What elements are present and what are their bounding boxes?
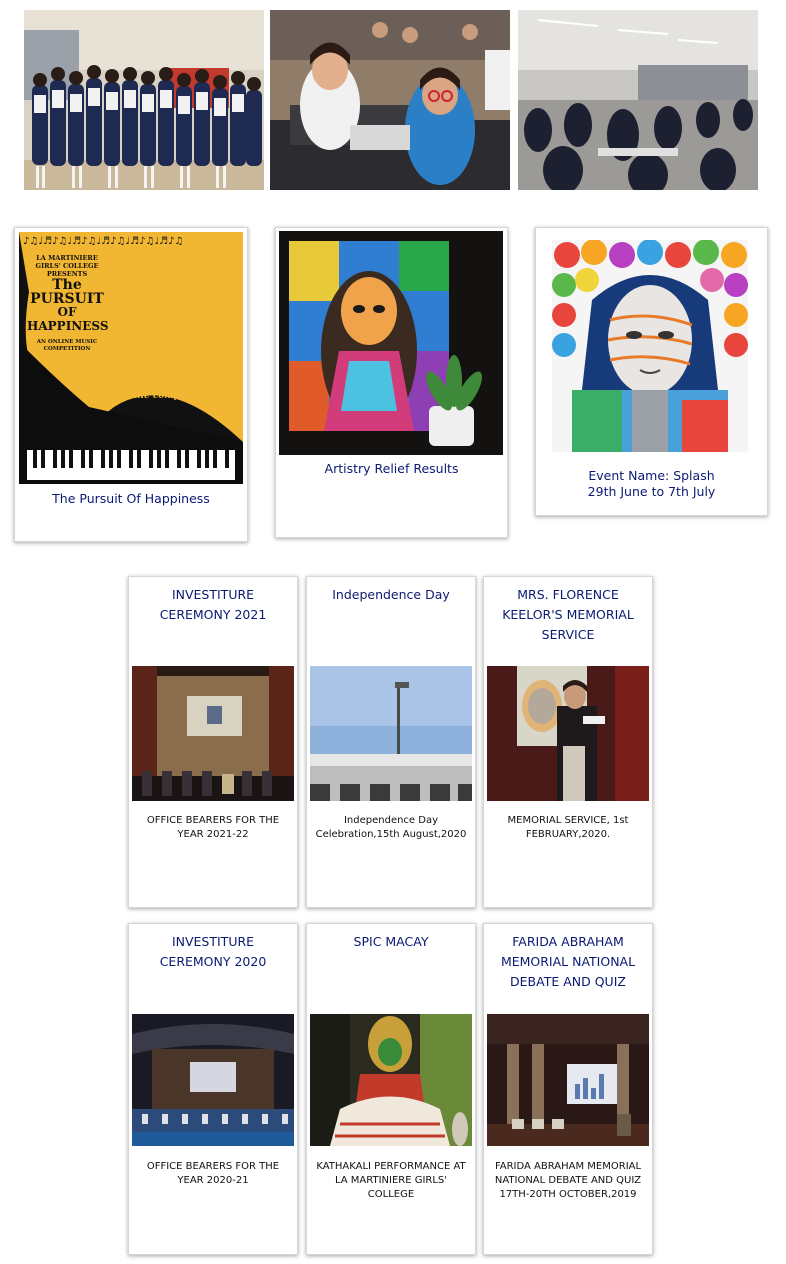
poster-subtitle-1: AN ONLINE MUSIC (36, 339, 98, 345)
svg-text:♪♫♩♬♪♫♩♬♪♫♩♬♪♫♩♬♪♫♩♬♪♫: ♪♫♩♬♪♫♩♬♪♫♩♬♪♫♩♬♪♫♩♬♪♫ (23, 236, 184, 247)
poster-line-9: the competition. (133, 391, 217, 401)
tile-title[interactable]: Independence Day (317, 585, 465, 605)
tile-description: MEMORIAL SERVICE, 1st FEBRUARY,2020. (507, 815, 629, 840)
classroom-children-photo[interactable] (270, 10, 510, 190)
spic-macay-tile[interactable]: SPIC MACAY KATHAKALI PERFORMANCE AT LA M… (306, 923, 476, 1255)
splash-event-card[interactable]: Event Name: Splash 29th June to 7th July (535, 227, 768, 516)
poster-line-6: December, 2020. (132, 347, 218, 357)
library-students-photo[interactable] (518, 10, 758, 190)
splash-artwork-photo[interactable] (552, 240, 748, 452)
kathakali-dancer-photo[interactable] (310, 1014, 472, 1146)
poster-title-3: OF (57, 305, 77, 319)
splash-event-dates[interactable]: 29th June to 7th July (536, 484, 767, 500)
poster-org: LA MARTINIERE GIRLS' COLLEGE (35, 254, 99, 270)
poster-subtitle-2: COMPETITION (43, 346, 91, 352)
flagpole-photo[interactable] (310, 666, 472, 801)
debate-stage-photo[interactable] (487, 1014, 649, 1146)
tile-title[interactable]: INVESTITURE CEREMONY 2021 (139, 585, 287, 625)
poster-line-2: under various (140, 291, 210, 301)
splash-event-name[interactable]: Event Name: Splash (536, 468, 767, 484)
poster-line-5: submitted by 3rd (131, 335, 219, 345)
debate-quiz-tile[interactable]: FARIDA ABRAHAM MEMORIAL NATIONAL DEBATE … (483, 923, 653, 1255)
tile-description: KATHAKALI PERFORMANCE AT LA MARTINIERE G… (316, 1161, 466, 1200)
students-group-photo[interactable] (24, 10, 264, 190)
poster-title-1: The (52, 277, 82, 293)
tile-title[interactable]: SPIC MACAY (317, 932, 465, 952)
artistry-relief-link[interactable]: Artistry Relief Results (276, 461, 507, 477)
poster-line-4: All entries to be (134, 323, 216, 333)
auditorium-stage-photo[interactable] (132, 666, 294, 801)
poster-line-7: Please refer to the pdf (118, 367, 232, 377)
music-competition-poster[interactable]: ♪♫♩♬♪♫♩♬♪♫♩♬♪♫♩♬♪♫♩♬♪♫ LA MARTINIERE GIR… (19, 232, 243, 484)
memorial-service-tile[interactable]: MRS. FLORENCE KEELOR'S MEMORIAL SERVICE … (483, 576, 653, 908)
mona-lisa-artwork-photo[interactable] (279, 231, 503, 455)
tile-description: Independence Day Celebration,15th August… (315, 815, 467, 840)
artistry-relief-card[interactable]: Artistry Relief Results (275, 227, 508, 538)
investiture-2020-tile[interactable]: INVESTITURE CEREMONY 2020 OFFICE BEARERS… (128, 923, 298, 1255)
independence-day-tile[interactable]: Independence Day Independence Day Celebr… (306, 576, 476, 908)
poster-line-3: categories! (146, 303, 204, 313)
tile-description: OFFICE BEARERS FOR THE YEAR 2020-21 (146, 1161, 280, 1186)
pursuit-of-happiness-card[interactable]: ♪♫♩♬♪♫♩♬♪♫♩♬♪♫♩♬♪♫♩♬♪♫ LA MARTINIERE GIR… (14, 227, 248, 542)
poster-title-4: HAPPINESS (27, 319, 109, 333)
tile-description: OFFICE BEARERS FOR THE YEAR 2021-22 (146, 815, 280, 840)
tile-title[interactable]: FARIDA ABRAHAM MEMORIAL NATIONAL DEBATE … (494, 932, 642, 992)
tile-description: FARIDA ABRAHAM MEMORIAL NATIONAL DEBATE … (494, 1161, 642, 1200)
tile-title[interactable]: MRS. FLORENCE KEELOR'S MEMORIAL SERVICE (494, 585, 642, 645)
poster-line-8: for details regarding (122, 379, 228, 389)
speaker-at-lectern-photo[interactable] (487, 666, 649, 801)
poster-title-2: PURSUIT (30, 291, 104, 307)
investiture-2021-tile[interactable]: INVESTITURE CEREMONY 2021 OFFICE BEARERS… (128, 576, 298, 908)
auditorium-assembly-photo[interactable] (132, 1014, 294, 1146)
tile-title[interactable]: INVESTITURE CEREMONY 2020 (139, 932, 287, 972)
poster-line-1: Open to all classes (127, 279, 223, 289)
pursuit-of-happiness-link[interactable]: The Pursuit Of Happiness (15, 491, 247, 507)
